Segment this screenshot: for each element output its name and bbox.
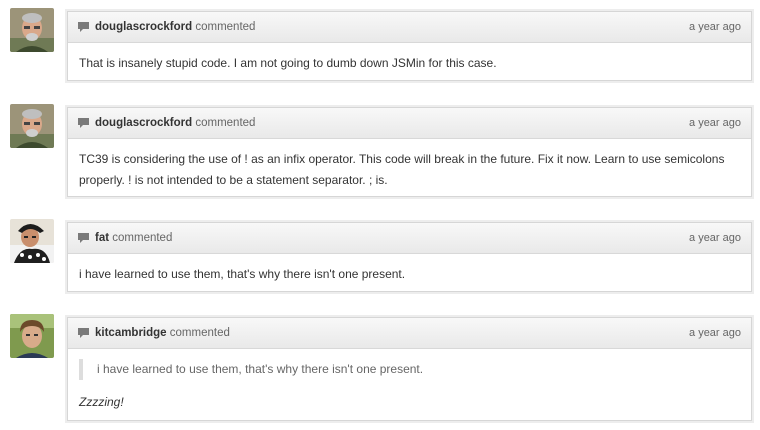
- comment-bubble: fat commented a year ago i have learned …: [67, 222, 752, 292]
- comment-bubble: douglascrockford commented a year ago Th…: [67, 11, 752, 81]
- comment-action: commented: [169, 327, 230, 339]
- timestamp[interactable]: a year ago: [689, 318, 741, 348]
- comment-header: douglascrockford commented a year ago: [68, 12, 751, 43]
- avatar[interactable]: [10, 8, 54, 52]
- comment-body: TC39 is considering the use of ! as an i…: [68, 139, 751, 201]
- author-link[interactable]: douglascrockford: [95, 117, 192, 129]
- comment-body: i have learned to use them, that's why t…: [68, 349, 751, 423]
- timestamp[interactable]: a year ago: [689, 108, 741, 138]
- comment-bubble: douglascrockford commented a year ago TC…: [67, 107, 752, 197]
- comment-action: commented: [195, 117, 256, 129]
- speech-bubble-icon: [78, 22, 89, 32]
- comment-action: commented: [195, 21, 256, 33]
- comment-action: commented: [112, 232, 173, 244]
- comment-text: Zzzzing!: [79, 395, 124, 409]
- comment-header: douglascrockford commented a year ago: [68, 108, 751, 139]
- comment-body: That is insanely stupid code. I am not g…: [68, 43, 751, 84]
- comment-header: fat commented a year ago: [68, 223, 751, 254]
- speech-bubble-icon: [78, 118, 89, 128]
- blockquote: i have learned to use them, that's why t…: [79, 359, 740, 380]
- avatar[interactable]: [10, 104, 54, 148]
- comment-text: i have learned to use them, that's why t…: [79, 267, 406, 281]
- timestamp[interactable]: a year ago: [689, 223, 741, 253]
- author-link[interactable]: kitcambridge: [95, 327, 167, 339]
- comment-bubble: kitcambridge commented a year ago i have…: [67, 317, 752, 421]
- author-link[interactable]: douglascrockford: [95, 21, 192, 33]
- comment-text: That is insanely stupid code. I am not g…: [79, 56, 497, 70]
- avatar[interactable]: [10, 219, 54, 263]
- speech-bubble-icon: [78, 328, 89, 338]
- author-link[interactable]: fat: [95, 232, 109, 244]
- speech-bubble-icon: [78, 233, 89, 243]
- comment-text: TC39 is considering the use of ! as an i…: [79, 152, 725, 187]
- comment-body: i have learned to use them, that's why t…: [68, 254, 751, 295]
- timestamp[interactable]: a year ago: [689, 12, 741, 42]
- avatar[interactable]: [10, 314, 54, 358]
- comment-header: kitcambridge commented a year ago: [68, 318, 751, 349]
